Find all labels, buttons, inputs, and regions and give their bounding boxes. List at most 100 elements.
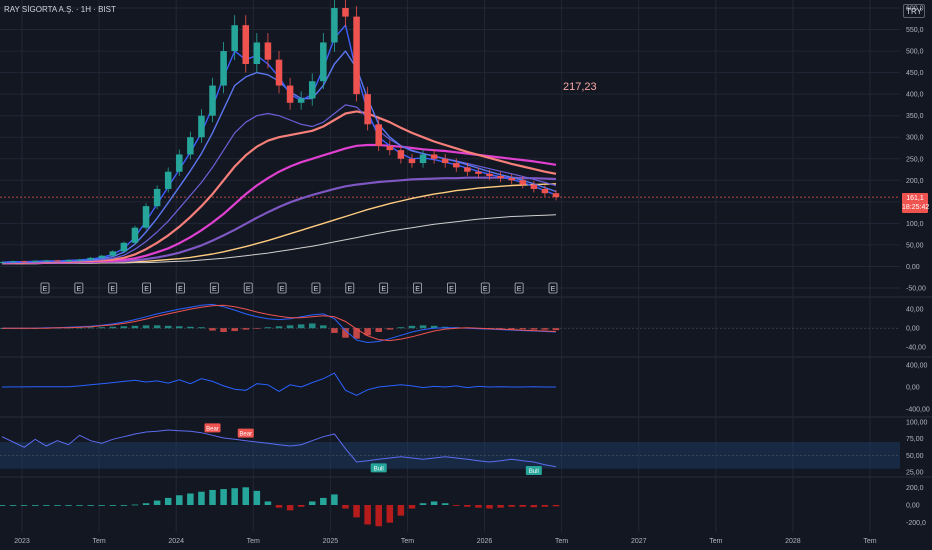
macd-histogram-bar: [519, 328, 527, 330]
event-marker-label: E: [43, 286, 48, 293]
indicator-axis-label: 200,0: [906, 485, 924, 492]
event-marker-label: E: [551, 286, 556, 293]
last-price-value: 161,1: [906, 195, 924, 202]
candle-body: [397, 150, 405, 159]
momentum-bar: [76, 505, 83, 506]
macd-histogram-bar: [209, 328, 216, 331]
price-axis-label: 350,0: [906, 113, 924, 120]
macd-histogram-bar: [198, 327, 205, 329]
currency-button[interactable]: TRY: [903, 4, 925, 18]
event-marker-label: E: [381, 286, 386, 293]
price-axis-label: 300,0: [906, 135, 924, 142]
candle-body: [120, 242, 128, 252]
momentum-bar: [109, 505, 117, 506]
candle-body: [308, 81, 316, 99]
candle-body: [176, 154, 183, 172]
candle-body: [65, 260, 72, 262]
momentum-bar: [20, 505, 28, 506]
x-tick-label: Tem: [401, 538, 414, 545]
candle-body: [497, 176, 504, 179]
momentum-bar: [43, 505, 50, 506]
momentum-bar: [98, 505, 105, 506]
indicator-axis-label: -200,0: [906, 520, 926, 527]
signal-label: Bull: [374, 466, 384, 472]
momentum-bar: [308, 501, 316, 505]
x-tick-label: 2025: [323, 538, 339, 545]
momentum-bar: [552, 505, 560, 507]
candle-body: [419, 154, 427, 164]
macd-histogram-bar: [353, 328, 360, 339]
price-axis-label: 450,0: [906, 70, 924, 77]
event-marker-label: E: [178, 286, 183, 293]
macd-histogram-bar: [176, 326, 183, 329]
candle-body: [54, 260, 61, 262]
momentum-bar: [164, 497, 172, 505]
candle-body: [430, 154, 438, 159]
event-marker-label: E: [280, 286, 285, 293]
momentum-bar: [353, 505, 360, 518]
price-axis-label: -50,00: [906, 286, 926, 293]
candle-body: [297, 98, 305, 103]
macd-histogram-bar: [552, 328, 560, 331]
macd-histogram-bar: [120, 326, 128, 329]
candle-body: [20, 261, 28, 263]
candle-body: [508, 178, 515, 181]
candle-body: [187, 137, 194, 155]
candle-body: [31, 260, 39, 262]
momentum-bar: [231, 488, 238, 505]
price-axis-label: 250,0: [906, 156, 924, 163]
macd-histogram-bar: [308, 323, 316, 329]
price-axis-label: 100,0: [906, 221, 924, 228]
x-tick-label: Tem: [555, 538, 568, 545]
candle-body: [353, 16, 360, 95]
price-axis-label: 500,0: [906, 49, 924, 56]
candle-body: [530, 184, 538, 189]
event-marker-label: E: [77, 286, 82, 293]
macd-histogram-bar: [131, 325, 139, 329]
momentum-bar: [120, 505, 128, 506]
momentum-bar: [364, 505, 371, 525]
event-marker-label: E: [517, 286, 522, 293]
price-axis-label: 200,0: [906, 178, 924, 185]
indicator-axis-label: 400,00: [906, 362, 928, 369]
momentum-bar: [9, 505, 17, 506]
macd-histogram-bar: [408, 325, 416, 329]
momentum-bar: [519, 505, 527, 507]
symbol-title: RAY SİGORTA A.Ş. · 1H · BIST: [4, 5, 116, 14]
event-marker-label: E: [314, 286, 319, 293]
candle-body: [253, 42, 261, 64]
price-axis-label: 550,0: [906, 27, 924, 34]
candle-body: [76, 259, 83, 261]
momentum-bar: [508, 505, 515, 507]
candle-body: [475, 171, 482, 174]
candle-body: [331, 8, 338, 43]
bar-countdown: 18:25:42: [902, 204, 930, 211]
candle-body: [209, 85, 216, 116]
momentum-bar: [0, 505, 6, 506]
momentum-bar: [209, 489, 216, 505]
chart-canvas[interactable]: 2023 Tem 2024 Tem 2025 Tem 2026 Tem 2027 Tem 2028 T…: [0, 0, 932, 550]
x-tick-label: 2028: [785, 538, 801, 545]
macd-histogram-bar: [164, 325, 172, 329]
candle-body: [43, 260, 50, 262]
x-tick-label: Tem: [863, 538, 876, 545]
candle-body: [264, 42, 272, 60]
macd-histogram-bar: [297, 324, 305, 329]
price-callout: 217,23: [563, 81, 597, 93]
candle-body: [386, 145, 394, 151]
macd-histogram-bar: [153, 325, 161, 329]
momentum-bar: [142, 503, 150, 505]
macd-histogram-bar: [187, 326, 194, 329]
momentum-bar: [65, 505, 72, 506]
x-tick-label: Tem: [709, 538, 722, 545]
indicator-axis-label: -40,00: [906, 345, 926, 352]
macd-histogram-bar: [397, 327, 405, 329]
signal-label: Bull: [529, 469, 539, 475]
x-tick-label: 2027: [631, 538, 647, 545]
momentum-bar: [331, 494, 338, 505]
indicator-axis-label: 0,00: [906, 503, 920, 510]
x-tick-label: 2026: [477, 538, 493, 545]
macd-histogram-bar: [231, 328, 238, 332]
indicator-axis-label: 25,00: [906, 470, 924, 477]
momentum-bar: [198, 491, 205, 505]
